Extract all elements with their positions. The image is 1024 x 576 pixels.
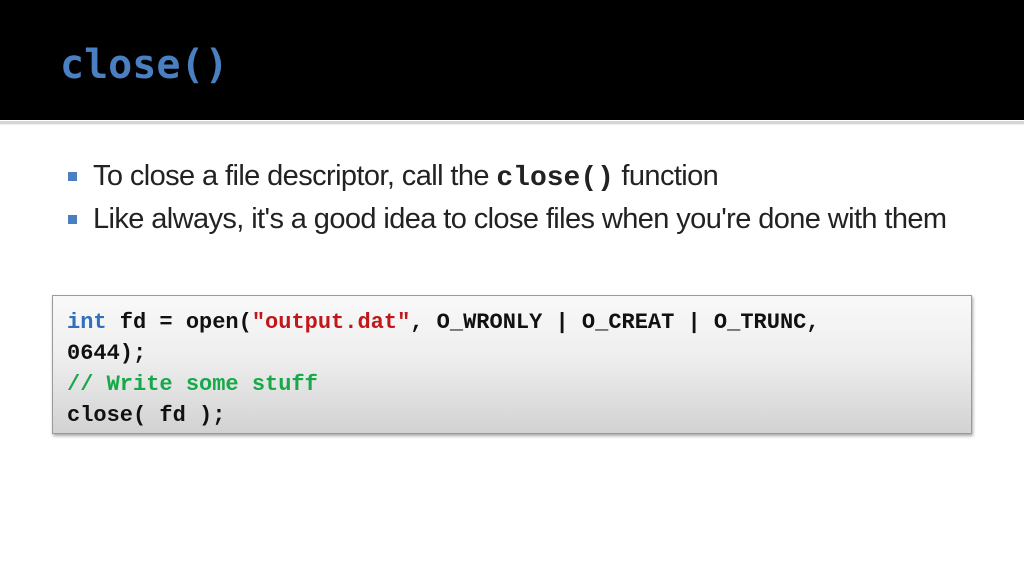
bullet-text: Like always, it's a good idea to close f… xyxy=(93,203,947,235)
header-divider-highlight xyxy=(0,124,1024,125)
code-line: int fd = open("output.dat", O_WRONLY | O… xyxy=(67,307,971,338)
code-block: int fd = open("output.dat", O_WRONLY | O… xyxy=(52,295,972,434)
bullet-item: To close a file descriptor, call the clo… xyxy=(68,156,968,199)
slide-title: close() xyxy=(60,42,229,88)
code-text: fd = open( xyxy=(106,310,252,335)
bullet-item: Like always, it's a good idea to close f… xyxy=(68,199,968,240)
code-comment: // Write some stuff xyxy=(67,372,318,397)
code-keyword: int xyxy=(67,310,107,335)
bullet-text-prefix: To close a file descriptor, call the xyxy=(93,160,497,192)
code-line: close( fd ); xyxy=(67,403,226,428)
code-string: "output.dat" xyxy=(251,310,411,335)
square-bullet-icon xyxy=(68,215,77,224)
bullet-list: To close a file descriptor, call the clo… xyxy=(68,156,968,240)
bullet-text-suffix: function xyxy=(613,160,719,192)
square-bullet-icon xyxy=(68,172,77,181)
code-line: 0644); xyxy=(67,341,147,366)
slide-header: close() xyxy=(0,0,1024,120)
code-text: , O_WRONLY | O_CREAT | O_TRUNC, xyxy=(410,310,820,335)
inline-code: close() xyxy=(496,163,614,194)
